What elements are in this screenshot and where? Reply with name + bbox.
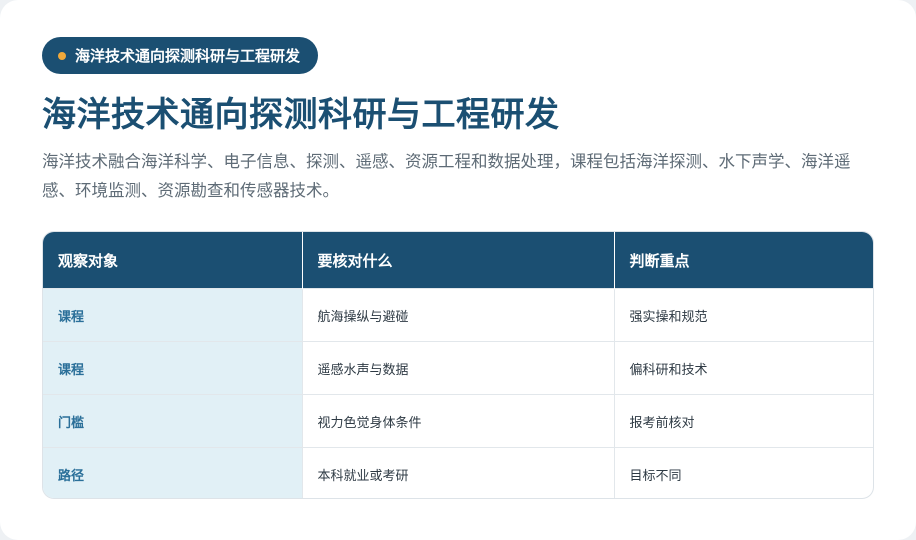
table-cell-focus: 偏科研和技术 <box>614 341 873 395</box>
badge-dot-icon <box>58 51 66 60</box>
table-cell-check: 航海操纵与避碰 <box>302 288 615 342</box>
comparison-table: 观察对象 要核对什么 判断重点 课程 航海操纵与避碰 强实操和规范 课程 遥感水… <box>42 231 874 499</box>
topic-badge: 海洋技术通向探测科研与工程研发 <box>42 37 319 74</box>
table-cell-object: 课程 <box>43 288 303 342</box>
header-cell-focus: 判断重点 <box>614 232 873 289</box>
table-header-row: 观察对象 要核对什么 判断重点 <box>43 232 873 289</box>
table-row: 课程 遥感水声与数据 偏科研和技术 <box>43 341 873 395</box>
table-cell-check: 本科就业或考研 <box>302 447 615 498</box>
table-cell-object: 路径 <box>43 447 303 498</box>
header-cell-check: 要核对什么 <box>302 232 615 289</box>
header-cell-object: 观察对象 <box>43 232 303 289</box>
table-cell-object: 门槛 <box>43 394 303 448</box>
table-row: 路径 本科就业或考研 目标不同 <box>43 447 873 498</box>
table-cell-object: 课程 <box>43 341 303 395</box>
table-cell-focus: 强实操和规范 <box>614 288 873 342</box>
table-row: 课程 航海操纵与避碰 强实操和规范 <box>43 288 873 342</box>
table-cell-check: 遥感水声与数据 <box>302 341 615 395</box>
page-title: 海洋技术通向探测科研与工程研发 <box>42 95 560 135</box>
table-cell-check: 视力色觉身体条件 <box>302 394 615 448</box>
page-description: 海洋技术融合海洋科学、电子信息、探测、遥感、资源工程和数据处理，课程包括海洋探测… <box>42 152 851 200</box>
table-row: 门槛 视力色觉身体条件 报考前核对 <box>43 394 873 448</box>
table-cell-focus: 报考前核对 <box>614 394 873 448</box>
badge-label: 海洋技术通向探测科研与工程研发 <box>75 47 301 65</box>
table-cell-focus: 目标不同 <box>614 447 873 498</box>
content-card: 海洋技术通向探测科研与工程研发 海洋技术通向探测科研与工程研发 海洋技术融合海洋… <box>0 0 916 540</box>
